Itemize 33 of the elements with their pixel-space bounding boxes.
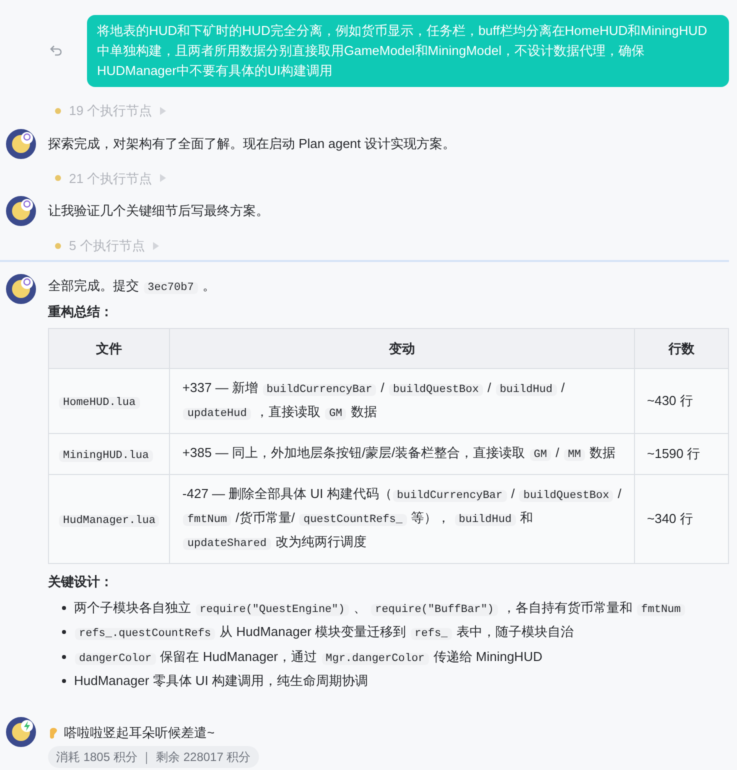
usage-badge: 消耗 1805 积分 ｜ 剩余 228017 积分 — [48, 746, 259, 768]
bolt-icon — [21, 720, 33, 732]
steps-toggle[interactable]: 21 个执行节点 — [69, 168, 152, 188]
table-cell: MiningHUD.lua — [48, 434, 170, 474]
bullet-icon — [62, 654, 66, 658]
column-header: 变动 — [170, 328, 634, 368]
table-cell: -427 — 删除全部具体 UI 构建代码（ buildCurrencyBar / buildQuestBox / fmtNum /货币常量/ questCountRefs_ 等）， buildHud 和 updateShared 改为纯两行调度 — [170, 474, 634, 564]
table-cell: +337 — 新增 buildCurrencyBar / buildQuestBox / buildHud / updateHud ，直接读取 GM 数据 — [170, 368, 634, 434]
section-heading: 关键设计： — [48, 573, 114, 591]
steps-toggle[interactable]: 5 个执行节点 — [69, 236, 145, 256]
assistant-message: 让我验证几个关键细节后写最终方案。 — [48, 202, 269, 220]
ear-icon — [48, 725, 58, 740]
steps-toggle[interactable]: 19 个执行节点 — [69, 101, 152, 120]
table-cell: HomeHUD.lua — [48, 368, 170, 434]
table-cell: ~340 行 — [634, 474, 728, 564]
bullet-icon — [62, 606, 66, 610]
assistant-message: 嗒啦啦竖起耳朵听候差遣~ — [64, 724, 215, 742]
bullet-text: refs_.questCountRefs 从 HudManager 模块变量迁移到 refs_ 表中，随子模块自治 — [74, 622, 574, 642]
user-message-bubble: 将地表的HUD和下矿时的HUD完全分离，例如货币显示，任务栏，buff栏均分离在HomeHUD和MiningHUD中单独构建，且两者所用数据分别直接取用GameModel和MiningModel，不设计数据代理，确保HUDManager中不要有具体的UI构建调用 — [87, 15, 729, 87]
bullet-text: dangerColor 保留在 HudManager，通过 Mgr.dangerColor 传递给 MiningHUD — [74, 646, 542, 667]
caret-icon[interactable] — [152, 242, 159, 250]
undo-icon[interactable] — [48, 44, 62, 58]
column-header: 文件 — [48, 328, 170, 368]
section-heading: 重构总结： — [48, 303, 114, 321]
summary-text: 全部完成。提交 3ec70b7 。 — [48, 276, 216, 296]
caret-icon[interactable] — [160, 106, 166, 115]
bullet-icon — [62, 630, 66, 634]
assistant-message: 探索完成，对架构有了全面了解。现在启动 Plan agent 设计实现方案。 — [48, 134, 456, 153]
table-cell: HudManager.lua — [48, 474, 170, 564]
bullet-text: HudManager 零具体 UI 构建调用，纯生命周期协调 — [74, 672, 368, 690]
bullet-text: 两个子模块各自独立 require("QuestEngine") 、 require("BuffBar") ，各自持有货币常量和 fmtNum — [74, 598, 686, 618]
caret-icon[interactable] — [160, 174, 166, 182]
bullet-icon — [62, 679, 66, 683]
